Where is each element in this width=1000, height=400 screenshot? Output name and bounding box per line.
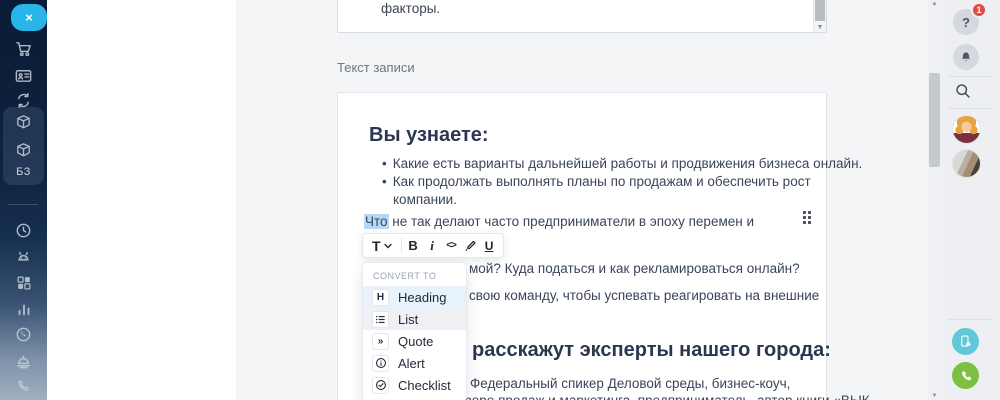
dropdown-item-heading[interactable]: H Heading xyxy=(363,286,466,308)
toolbar-divider xyxy=(401,238,402,253)
help-button[interactable]: ? 1 xyxy=(953,9,979,35)
contacts-card-icon[interactable] xyxy=(0,65,47,85)
content-gap-panel xyxy=(47,0,236,400)
underline-button[interactable]: U xyxy=(480,235,499,256)
dropdown-header: CONVERT TO xyxy=(363,263,466,286)
close-icon: × xyxy=(25,10,33,25)
close-button[interactable]: × xyxy=(11,4,47,31)
list-item: •Как продолжать выполнять планы по прода… xyxy=(382,174,811,189)
list-icon xyxy=(372,311,389,328)
bold-button[interactable]: B xyxy=(404,235,423,256)
call-history-icon[interactable] xyxy=(0,324,47,344)
editor-paragraph: Федеральный спикер Деловой среды, бизнес… xyxy=(470,376,790,391)
notifications-button[interactable] xyxy=(953,44,979,70)
code-button[interactable]: <> xyxy=(442,235,461,256)
drag-handle-icon[interactable] xyxy=(803,211,811,224)
desk-bell-icon[interactable] xyxy=(0,350,47,370)
page-scrollbar[interactable]: ▲ ▼ xyxy=(928,0,941,400)
call-button[interactable] xyxy=(952,362,979,389)
dropdown-item-checklist[interactable]: Checklist xyxy=(363,374,466,396)
description-textarea[interactable]: факторы. ▼ xyxy=(337,0,827,33)
right-sidebar: ? 1 xyxy=(941,0,1000,400)
left-sidebar: × БЗ xyxy=(0,0,47,400)
textarea-scrollbar-thumb[interactable] xyxy=(815,0,825,21)
sidebar-item-kb[interactable]: БЗ xyxy=(0,166,47,178)
avatar[interactable] xyxy=(952,115,981,144)
chevron-down-icon xyxy=(384,243,392,249)
sync-icon[interactable] xyxy=(0,90,47,110)
clock-icon[interactable] xyxy=(0,220,47,240)
post-text-label: Текст записи xyxy=(337,60,415,75)
heading-icon: H xyxy=(372,289,389,306)
text-type-button[interactable]: T xyxy=(367,238,399,254)
phone-handset-icon xyxy=(959,369,973,383)
bell-icon xyxy=(959,50,973,65)
stats-bars-icon[interactable] xyxy=(0,299,47,319)
apps-grid-icon[interactable] xyxy=(0,273,47,293)
list-item-wrap: компании. xyxy=(393,192,457,207)
editor-heading-1: Вы узнаете: xyxy=(369,124,489,147)
text-selection: Что xyxy=(364,214,389,229)
scroll-down-icon[interactable]: ▼ xyxy=(814,24,826,31)
phone-icon[interactable] xyxy=(0,376,47,396)
italic-button[interactable]: i xyxy=(423,235,442,256)
textarea-scrollbar[interactable]: ▼ xyxy=(813,0,826,32)
sidebar-divider xyxy=(948,76,993,77)
editor-heading-2: расскажут эксперты нашего города: xyxy=(472,339,831,362)
app-window: × БЗ xyxy=(0,0,1000,400)
dropdown-item-quote[interactable]: » Quote xyxy=(363,330,466,352)
package-icon[interactable] xyxy=(0,140,47,160)
bullet-icon: • xyxy=(382,156,387,171)
sidebar-divider xyxy=(8,204,38,205)
bot-icon[interactable] xyxy=(0,247,47,267)
package-icon[interactable] xyxy=(0,112,47,132)
editor-paragraph: Что не так делают часто предприниматели … xyxy=(364,214,754,229)
dropdown-item-alert[interactable]: Alert xyxy=(363,352,466,374)
page-scrollbar-thumb[interactable] xyxy=(929,73,940,167)
question-icon: ? xyxy=(962,15,970,30)
mobile-app-button[interactable] xyxy=(952,328,979,355)
editor-paragraph-covered: мой? Куда податься и как рекламироваться… xyxy=(469,261,800,276)
scroll-down-icon[interactable]: ▼ xyxy=(928,393,941,399)
smartphone-cloud-icon xyxy=(958,334,973,349)
search-button[interactable] xyxy=(954,82,972,100)
convert-dropdown: CONVERT TO H Heading List » Quote Alert … xyxy=(362,262,467,400)
inline-toolbar: T B i <> U xyxy=(362,233,504,258)
notification-badge: 1 xyxy=(971,2,987,18)
marker-icon xyxy=(464,239,477,252)
marker-button[interactable] xyxy=(461,235,480,256)
alert-icon xyxy=(372,355,389,372)
avatar[interactable] xyxy=(952,149,981,178)
list-item: •Какие есть варианты дальнейшей работы и… xyxy=(382,156,862,171)
quote-icon: » xyxy=(372,333,389,350)
search-icon xyxy=(954,82,972,100)
checklist-icon xyxy=(372,377,389,394)
sidebar-divider xyxy=(948,319,993,320)
cart-icon[interactable] xyxy=(0,38,47,58)
scroll-up-icon[interactable]: ▲ xyxy=(928,1,941,7)
dropdown-item-list[interactable]: List xyxy=(363,308,466,330)
bullet-icon: • xyxy=(382,174,387,189)
editor-paragraph-covered: свою команду, чтобы успевать реагировать… xyxy=(469,288,819,303)
sidebar-divider xyxy=(948,108,993,109)
description-value: факторы. xyxy=(381,1,440,16)
